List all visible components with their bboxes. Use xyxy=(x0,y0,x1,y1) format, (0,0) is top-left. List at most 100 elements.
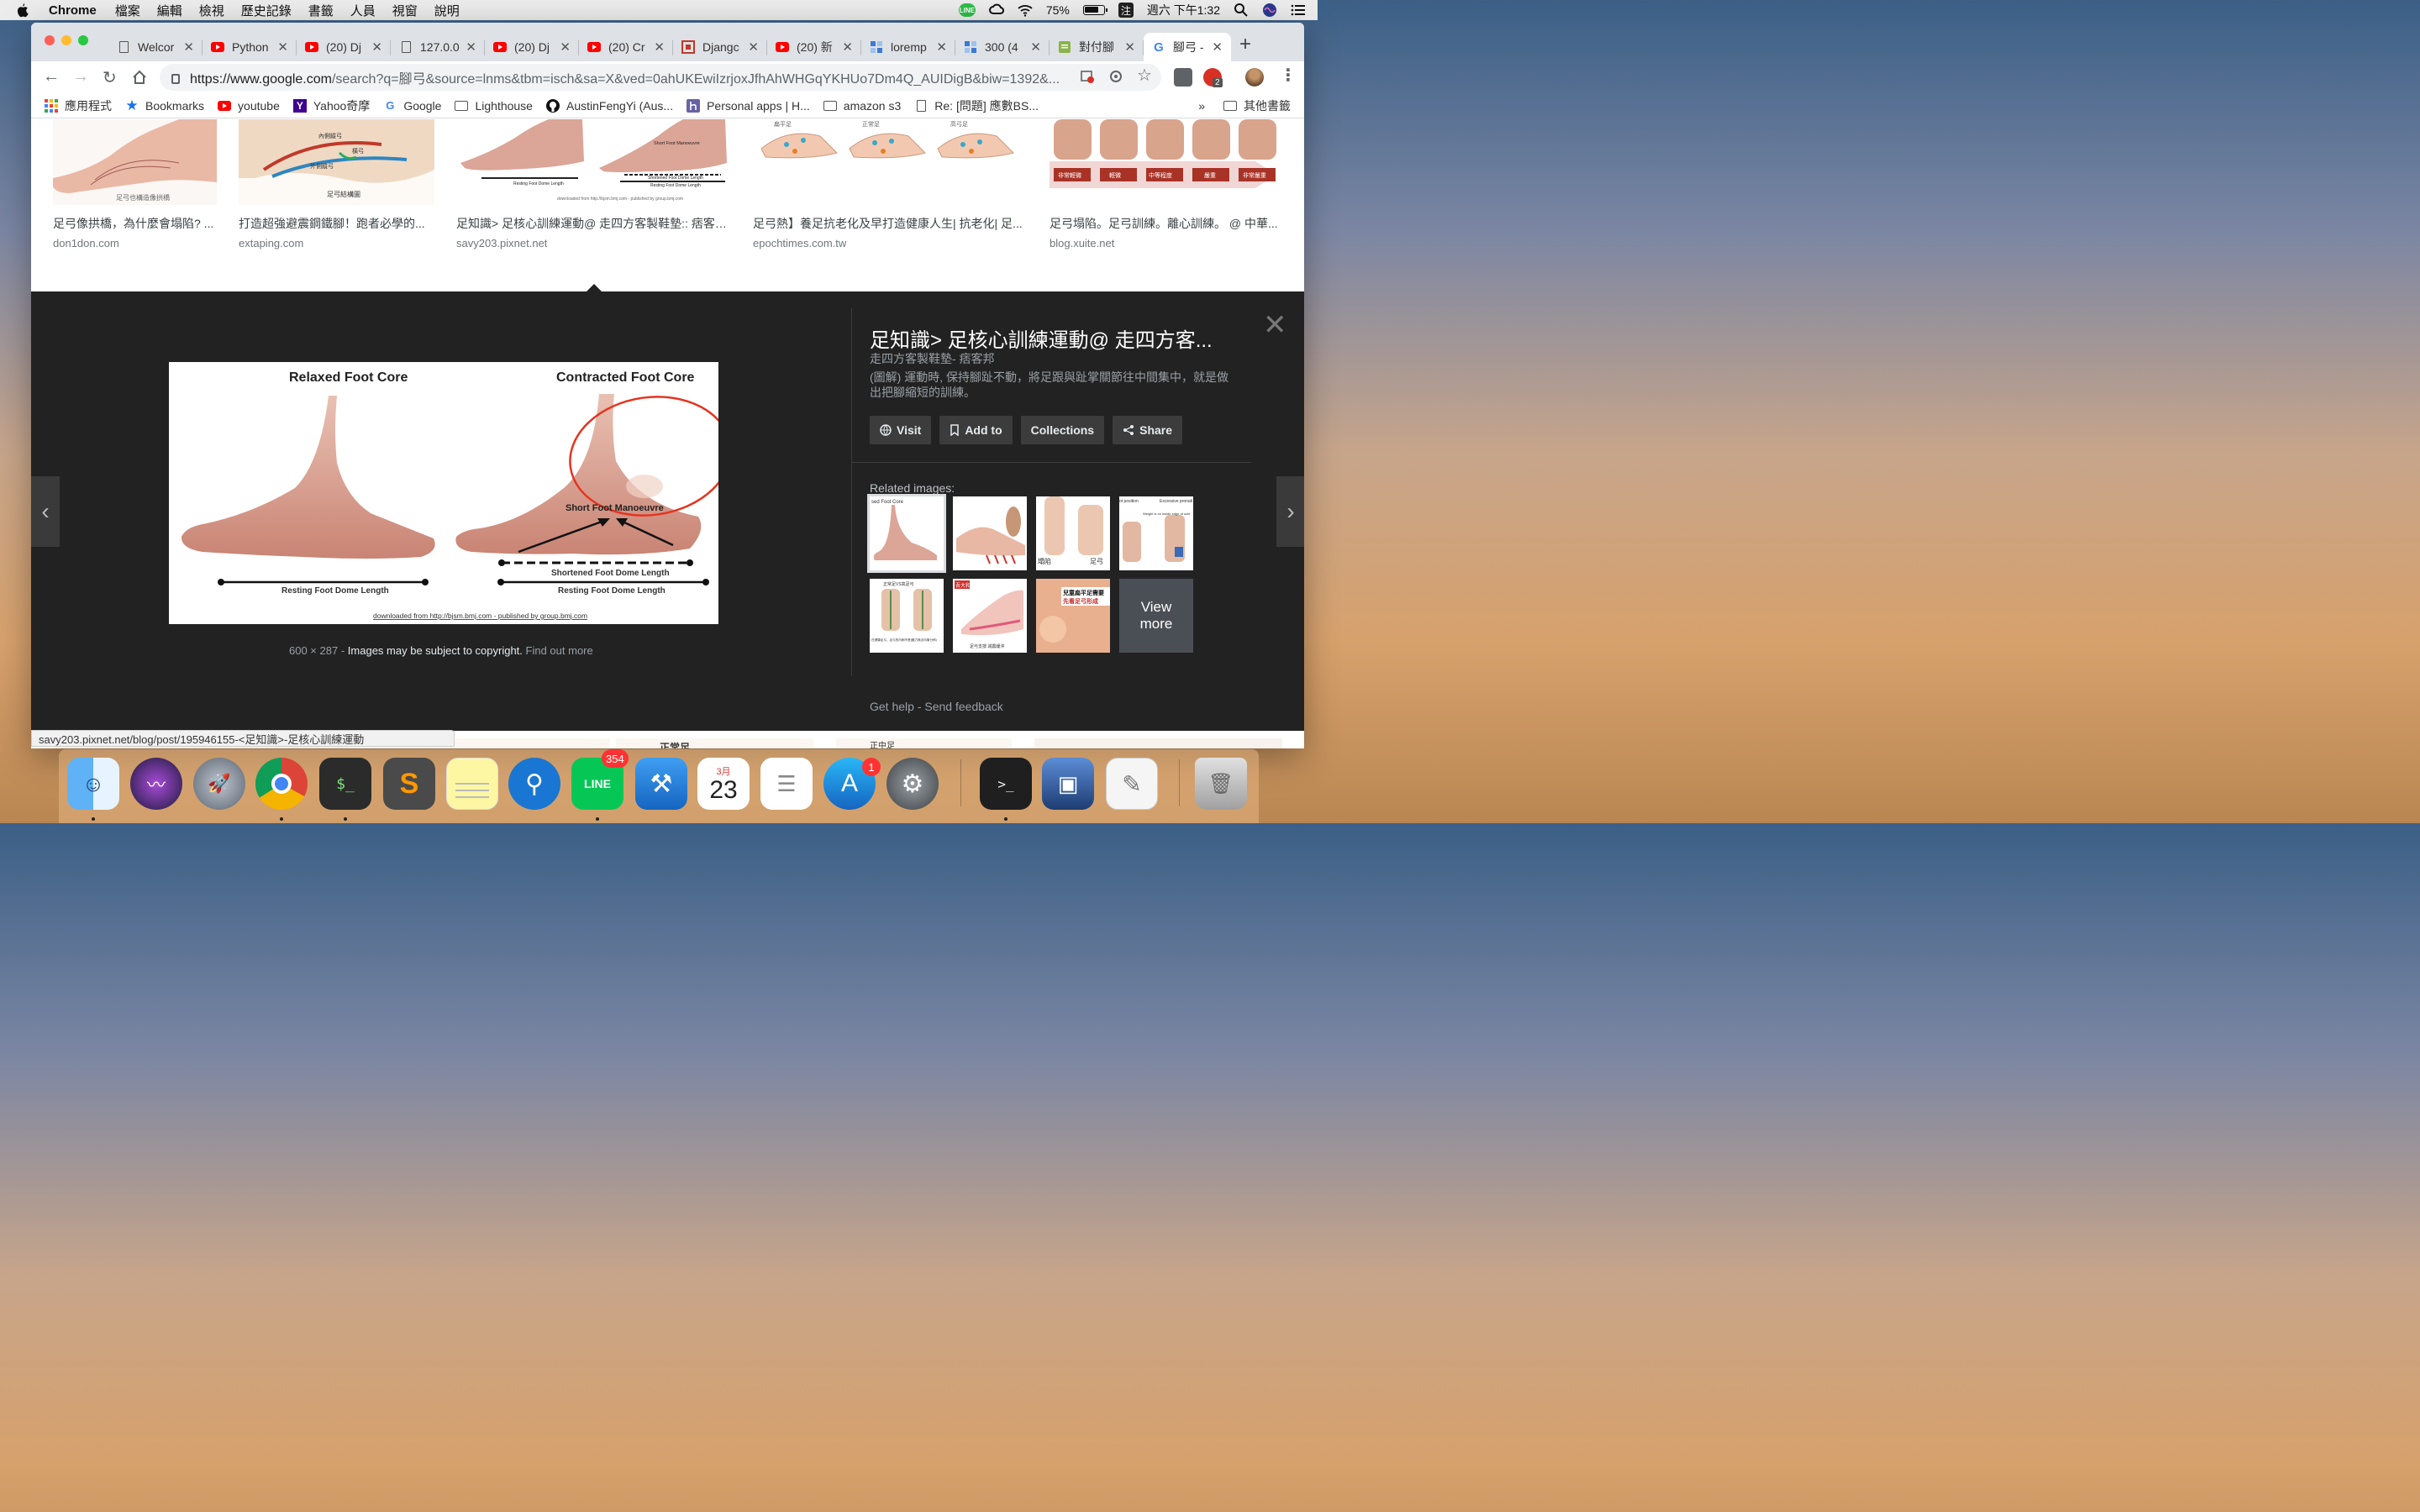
bookmark-github[interactable]: AustinFengYi (Aus... xyxy=(545,98,673,113)
tab-localhost[interactable]: 127.0.0 ✕ xyxy=(391,33,485,61)
new-tab-button[interactable]: + xyxy=(1239,33,1251,56)
tab-youtube-new[interactable]: (20) 新 ✕ xyxy=(767,33,861,61)
spotlight-icon[interactable] xyxy=(1234,3,1249,18)
sublime-text-icon[interactable]: S xyxy=(383,758,435,810)
back-icon[interactable]: ← xyxy=(43,67,60,87)
bookmark-google[interactable]: G Google xyxy=(383,99,441,113)
result-thumbnail[interactable]: 足弓也構造像拱橋 xyxy=(53,119,217,205)
more-menu-icon[interactable]: ⋮ xyxy=(1280,65,1297,86)
close-tab-icon[interactable]: ✕ xyxy=(654,39,665,55)
menu-view[interactable]: 檢視 xyxy=(199,2,224,19)
result-title[interactable]: 足弓像拱橋，為什麼會塌陷? ... xyxy=(53,215,217,232)
siri-icon[interactable]: 〰 xyxy=(130,758,182,810)
tab-django[interactable]: Djangc ✕ xyxy=(673,33,767,61)
forward-icon[interactable]: → xyxy=(72,67,89,87)
related-image[interactable]: 正常足VS高足弓 在健康足弓，足弓的內側不是(壓力無法均衡分佈) xyxy=(870,579,944,653)
close-tab-icon[interactable]: ✕ xyxy=(1030,39,1041,55)
image-result[interactable]: 扁平足 正常足 高弓足 足弓熱】養足抗老化及早打造健康人生| 抗老化| 足...… xyxy=(753,119,1028,249)
line-status-icon[interactable]: LINE xyxy=(958,3,976,17)
visit-button[interactable]: Visit xyxy=(870,416,932,444)
reminders-icon[interactable]: ☰ xyxy=(760,758,813,810)
find-out-more-link[interactable]: Find out more xyxy=(526,644,593,657)
result-thumbnail[interactable]: 扁平足 正常足 高弓足 xyxy=(753,119,1028,205)
menu-window[interactable]: 視窗 xyxy=(392,2,418,19)
close-tab-icon[interactable]: ✕ xyxy=(1212,39,1223,55)
close-tab-icon[interactable]: ✕ xyxy=(1124,39,1135,55)
result-thumbnail[interactable]: Short Foot Manoeuvre Shortened Foot Dome… xyxy=(456,119,731,205)
home-icon[interactable] xyxy=(132,70,147,85)
menu-app-name[interactable]: Chrome xyxy=(49,3,97,18)
terminal-icon[interactable]: >_ xyxy=(980,758,1032,810)
bookmark-bookmarks[interactable]: ★ Bookmarks xyxy=(125,97,204,113)
bookmark-apps[interactable]: 應用程式 xyxy=(45,97,112,114)
trash-icon[interactable]: 🗑 xyxy=(1195,758,1247,810)
bookmark-other[interactable]: 其他書籤 xyxy=(1223,97,1291,114)
related-image[interactable]: 吾大和 足弓支撐 減震緩沖 xyxy=(953,579,1027,653)
notes-icon[interactable] xyxy=(446,758,498,810)
calendar-icon[interactable]: 3月 23 xyxy=(697,758,750,810)
sourcetree-icon[interactable]: ⚲ xyxy=(508,758,560,810)
next-image-button[interactable]: › xyxy=(1276,476,1304,547)
menu-file[interactable]: 檔案 xyxy=(115,2,140,19)
result-thumbnail[interactable]: 非常輕微 輕微 中等程度 嚴重 非常嚴重 xyxy=(1050,119,1282,205)
add-to-button[interactable]: Add to xyxy=(939,416,1013,444)
close-tab-icon[interactable]: ✕ xyxy=(748,39,759,55)
chrome-icon[interactable] xyxy=(255,758,308,810)
result-title[interactable]: 打造超強避震鋼鐵腳！跑者必學的... xyxy=(239,215,434,232)
related-image[interactable]: 兒童扁平足需要 先看足弓形成 xyxy=(1036,579,1110,653)
close-window-button[interactable] xyxy=(45,35,55,45)
image-result[interactable]: 正中足 xyxy=(836,738,1012,748)
image-result[interactable]: 足弓也構造像拱橋 足弓像拱橋，為什麼會塌陷? ... don1don.com xyxy=(53,119,217,249)
bookmarks-overflow-button[interactable]: » xyxy=(1198,99,1205,113)
view-more-button[interactable]: View more xyxy=(1119,579,1193,653)
bookmark-youtube[interactable]: youtube xyxy=(218,99,280,113)
menu-bookmarks[interactable]: 書籤 xyxy=(308,2,334,19)
minimize-window-button[interactable] xyxy=(61,35,71,45)
textedit-icon[interactable]: ✎ xyxy=(1106,758,1158,810)
tab-python[interactable]: Python ✕ xyxy=(203,33,297,61)
bookmark-ptt[interactable]: Re: [問題] 應數BS... xyxy=(914,97,1039,114)
reload-icon[interactable]: ↻ xyxy=(103,67,117,88)
preview-image[interactable]: Relaxed Foot Core Contracted Foot Core S… xyxy=(169,362,718,624)
input-method-icon[interactable]: 注 xyxy=(1118,3,1134,18)
tab-lorempixel[interactable]: loremp ✕ xyxy=(861,33,955,61)
menu-people[interactable]: 人員 xyxy=(350,2,376,19)
tab-youtube-dj-1[interactable]: (20) Dj ✕ xyxy=(297,33,391,61)
xcode-icon[interactable]: ⚒ xyxy=(635,758,687,810)
tab-foot-article[interactable]: 對付腳 ✕ xyxy=(1050,33,1144,61)
bookmark-yahoo[interactable]: Y Yahoo奇摩 xyxy=(292,97,370,114)
finder-icon[interactable]: ☺ xyxy=(67,758,119,810)
related-image[interactable]: 塌陷 足弓 xyxy=(1036,496,1110,570)
close-tab-icon[interactable]: ✕ xyxy=(371,39,382,55)
blocked-content-icon[interactable] xyxy=(1080,69,1095,84)
system-preferences-icon[interactable]: ⚙ xyxy=(886,758,939,810)
menu-help[interactable]: 說明 xyxy=(434,2,460,19)
collections-button[interactable]: Collections xyxy=(1020,416,1105,444)
close-preview-icon[interactable]: ✕ xyxy=(1263,308,1287,342)
result-title[interactable]: 足弓塌陷。足弓訓練。離心訓練。 @ 中華... xyxy=(1050,215,1282,232)
battery-icon[interactable] xyxy=(1082,5,1107,15)
image-result[interactable]: Short Foot Manoeuvre Shortened Foot Dome… xyxy=(456,119,731,249)
close-tab-icon[interactable]: ✕ xyxy=(183,39,194,55)
image-result[interactable] xyxy=(1034,738,1282,748)
result-title[interactable]: 足弓熱】養足抗老化及早打造健康人生| 抗老化| 足... xyxy=(753,215,1028,232)
tab-300[interactable]: 300 (4 ✕ xyxy=(955,33,1050,61)
tab-youtube-dj-2[interactable]: (20) Dj ✕ xyxy=(485,33,579,61)
get-help-link[interactable]: Get help xyxy=(870,700,914,713)
image-result[interactable]: 內側縱弓 橫弓 外側縱弓 足弓結構圖 打造超強避震鋼鐵腳！跑者必學的... ex… xyxy=(239,119,434,249)
iterm-icon[interactable]: $_ xyxy=(319,758,371,810)
bookmark-amazon-s3[interactable]: amazon s3 xyxy=(823,99,901,113)
share-button[interactable]: Share xyxy=(1113,416,1183,444)
siri-icon[interactable] xyxy=(1262,3,1277,18)
close-tab-icon[interactable]: ✕ xyxy=(277,39,288,55)
image-result[interactable]: 非常輕微 輕微 中等程度 嚴重 非常嚴重 足弓塌陷。足弓訓練。離心訓練。 @ 中… xyxy=(1050,119,1282,249)
profile-avatar[interactable] xyxy=(1245,68,1264,87)
bookmark-lighthouse[interactable]: Lighthouse xyxy=(455,99,533,113)
tab-youtube-cr[interactable]: (20) Cr ✕ xyxy=(579,33,673,61)
zoom-window-button[interactable] xyxy=(78,35,88,45)
close-tab-icon[interactable]: ✕ xyxy=(560,39,571,55)
preview-site[interactable]: 走四方客製鞋墊- 痞客邦 xyxy=(870,350,995,367)
send-feedback-link[interactable]: Send feedback xyxy=(924,700,1002,713)
virtualbox-icon[interactable]: ▣ xyxy=(1042,758,1094,810)
menu-edit[interactable]: 編輯 xyxy=(157,2,182,19)
